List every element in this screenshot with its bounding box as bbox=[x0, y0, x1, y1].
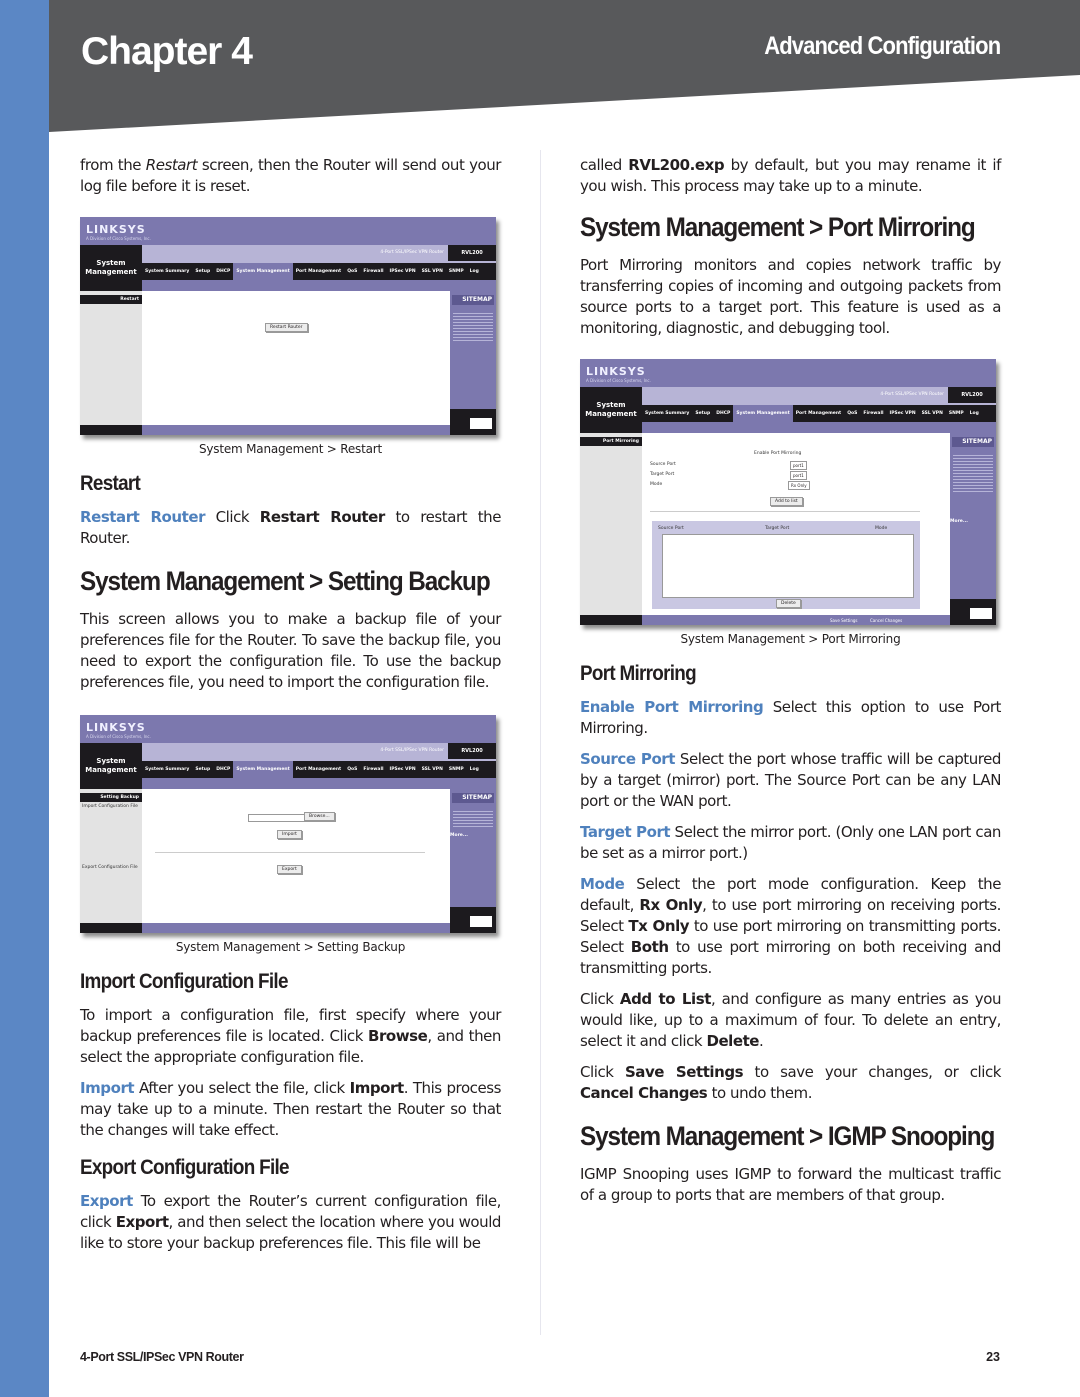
restart-router-item: Restart Router Click Restart Router to r… bbox=[80, 508, 501, 547]
setting-backup-paragraph: This screen allows you to make a backup … bbox=[80, 610, 501, 691]
restart-heading: Restart bbox=[80, 472, 141, 495]
import-config-heading: Import Configuration File bbox=[80, 970, 288, 993]
igmp-snooping-paragraph: IGMP Snooping uses IGMP to forward the m… bbox=[580, 1165, 1001, 1204]
page-header: Chapter 4 Advanced Configuration bbox=[49, 0, 1080, 140]
browse-button: Browse... bbox=[304, 812, 335, 821]
target-port-select: port1 bbox=[790, 471, 807, 480]
footer-product-name: 4-Port SSL/IPSec VPN Router bbox=[80, 1350, 244, 1364]
column-divider bbox=[540, 150, 541, 1335]
figure-port-mirroring: LINKSYS A Division of Cisco Systems, Inc… bbox=[580, 359, 1001, 647]
export-item: Export To export the Router’s current co… bbox=[80, 1192, 501, 1252]
delete-button: Delete bbox=[776, 599, 801, 608]
export-config-heading: Export Configuration File bbox=[80, 1156, 290, 1179]
cancel-changes-button: Cancel Changes bbox=[870, 618, 903, 623]
target-port-item: Target Port Select the mirror port. (Onl… bbox=[580, 823, 1001, 862]
port-mirroring-screenshot: LINKSYS A Division of Cisco Systems, Inc… bbox=[580, 359, 996, 625]
save-settings-paragraph: Click Save Settings to save your changes… bbox=[580, 1063, 1002, 1102]
mode-item: Mode Select the port mode configuration.… bbox=[580, 875, 1001, 977]
side-color-bar bbox=[0, 0, 49, 1397]
enable-checkbox-label: Enable Port Mirroring bbox=[754, 451, 802, 456]
left-column: from the Restart screen, then the Router… bbox=[80, 155, 501, 1264]
save-settings-button: Save Settings bbox=[830, 618, 858, 623]
figure-setting-backup: LINKSYS A Division of Cisco Systems, Inc… bbox=[80, 715, 501, 955]
page-number: 23 bbox=[986, 1350, 1000, 1364]
port-mirroring-heading: System Management > Port Mirroring bbox=[580, 212, 976, 242]
mode-select: Rx Only bbox=[788, 481, 810, 490]
cisco-logo bbox=[470, 418, 492, 429]
setting-backup-heading: System Management > Setting Backup bbox=[80, 566, 491, 596]
screen-tabs: System Summary Setup DHCP System Managem… bbox=[142, 263, 496, 280]
intro-paragraph: from the Restart screen, then the Router… bbox=[80, 156, 501, 195]
add-to-list-paragraph: Click Add to List, and configure as many… bbox=[580, 990, 1002, 1050]
restart-router-button: Restart Router bbox=[265, 323, 308, 332]
export-button: Export bbox=[277, 865, 302, 874]
restart-screenshot: LINKSYS A Division of Cisco Systems, Inc… bbox=[80, 217, 496, 435]
import-button: Import bbox=[277, 830, 302, 839]
port-mirroring-paragraph: Port Mirroring monitors and copies netwo… bbox=[580, 256, 1001, 337]
section-title: Advanced Configuration bbox=[763, 32, 1001, 60]
screen-section-title: System Management bbox=[80, 245, 142, 291]
import-config-paragraph: To import a configuration file, first sp… bbox=[80, 1006, 501, 1066]
file-path-field bbox=[248, 814, 305, 822]
figure-caption: System Management > Port Mirroring bbox=[680, 632, 901, 646]
add-to-list-button: Add to list bbox=[770, 497, 803, 506]
setting-backup-screenshot: LINKSYS A Division of Cisco Systems, Inc… bbox=[80, 715, 496, 933]
import-item: Import After you select the file, click … bbox=[80, 1079, 501, 1139]
linksys-logo: LINKSYS bbox=[86, 223, 146, 236]
source-port-item: Source Port Select the port whose traffi… bbox=[580, 750, 1001, 810]
port-mirroring-subheading: Port Mirroring bbox=[580, 662, 697, 685]
igmp-snooping-heading: System Management > IGMP Snooping bbox=[580, 1121, 995, 1151]
enable-port-mirroring-item: Enable Port Mirroring Select this option… bbox=[580, 698, 1001, 737]
source-port-select: port1 bbox=[790, 461, 807, 470]
continued-paragraph: called RVL200.exp by default, but you ma… bbox=[580, 156, 1001, 195]
figure-restart: LINKSYS A Division of Cisco Systems, Inc… bbox=[80, 217, 501, 457]
right-column: called RVL200.exp by default, but you ma… bbox=[580, 155, 1001, 1216]
chapter-title: Chapter 4 bbox=[81, 30, 253, 73]
figure-caption: System Management > Setting Backup bbox=[175, 940, 406, 954]
figure-caption: System Management > Restart bbox=[198, 442, 383, 456]
